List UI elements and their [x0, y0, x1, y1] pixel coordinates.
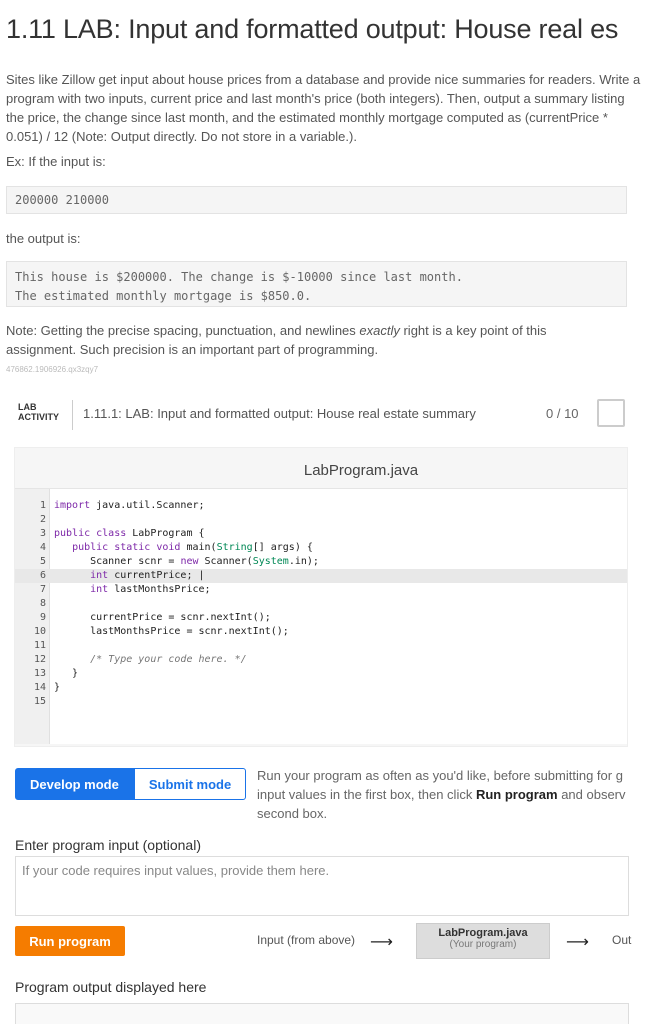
line-number: 13	[33, 668, 46, 679]
completion-check-icon	[597, 399, 625, 427]
mode-help-line-3: second box.	[257, 806, 328, 821]
editor-filename: LabProgram.java	[303, 462, 419, 479]
line-number: 2	[39, 514, 46, 525]
code-area[interactable]: 1 import java.util.Scanner; 2 3 public cla…	[15, 488, 627, 744]
page-title: 1.11 LAB: Input and formatted output: Ho…	[6, 14, 619, 44]
code-text: import java.util.Scanner;	[54, 500, 205, 511]
code-text: }	[54, 668, 79, 679]
line-number: 1	[39, 500, 46, 511]
code-text: lastMonthsPrice = scnr.nextInt();	[54, 626, 289, 637]
code-text: Scanner scnr = new Scanner(System.in);	[54, 556, 319, 567]
line-number: 5	[39, 556, 46, 567]
program-output-label: Program output displayed here	[15, 979, 207, 995]
precision-note: Note: Getting the precise spacing, punct…	[6, 321, 606, 359]
submit-mode-button[interactable]: Submit mode	[133, 768, 247, 800]
mode-toggle: Develop mode Submit mode	[15, 768, 247, 800]
example-input-box: 200000 210000	[6, 186, 627, 214]
flow-program-name: LabProgram.java	[438, 927, 528, 939]
program-output-box	[15, 1003, 629, 1024]
line-number: 8	[39, 598, 46, 609]
line-number: 3	[39, 528, 46, 539]
example-output-box: This house is $200000. The change is $-1…	[6, 261, 627, 307]
mode-help-text-b: and observ	[557, 787, 626, 802]
lab-activity-title: 1.11.1: LAB: Input and formatted output:…	[83, 406, 476, 421]
program-input-field[interactable]	[15, 856, 629, 916]
code-text: currentPrice = scnr.nextInt();	[54, 612, 271, 623]
output-intro: the output is:	[6, 231, 81, 246]
mode-help-text-a: input values in the first box, then clic…	[257, 787, 476, 802]
flow-input-label: Input (from above)	[257, 933, 356, 947]
program-input-label: Enter program input (optional)	[15, 837, 201, 853]
note-text-1: Note: Getting the precise spacing, punct…	[6, 323, 360, 338]
develop-mode-button[interactable]: Develop mode	[15, 768, 134, 800]
mode-help-run-label: Run program	[475, 787, 558, 802]
mode-help-line-1: Run your program as often as you'd like,…	[257, 768, 623, 783]
run-program-button[interactable]: Run program	[15, 926, 125, 956]
example-output-line-1: This house is $200000. The change is $-1…	[15, 270, 463, 284]
lab-activity-tag: LAB ACTIVITY	[18, 402, 59, 422]
line-number: 7	[39, 584, 46, 595]
line-number: 4	[39, 542, 46, 553]
line-number: 6	[39, 570, 46, 581]
code-text: /* Type your code here. */	[90, 654, 247, 665]
flow-program-sub: (Your program)	[449, 939, 517, 950]
code-text: }	[54, 682, 61, 693]
example-intro: Ex: If the input is:	[6, 154, 106, 169]
lab-header-divider	[72, 400, 73, 430]
example-output-line-2: The estimated monthly mortgage is $850.0…	[15, 289, 312, 303]
line-number: 12	[33, 654, 46, 665]
code-text: int lastMonthsPrice;	[90, 584, 211, 595]
lab-tag-line-2: ACTIVITY	[18, 412, 60, 422]
description-paragraph: Sites like Zillow get input about house …	[6, 72, 641, 144]
lab-tag-line-1: LAB	[18, 402, 37, 412]
mode-help-text: Run your program as often as you'd like,…	[257, 766, 651, 823]
note-emphasis: exactly	[359, 323, 400, 338]
line-number: 14	[33, 682, 46, 693]
line-number: 11	[33, 640, 46, 651]
flow-program-box: LabProgram.java (Your program)	[416, 923, 550, 959]
lab-score: 0 / 10	[546, 406, 579, 421]
code-text: public static void main(String[] args) {	[72, 542, 313, 553]
arrow-right-icon: ⟶	[370, 934, 393, 951]
arrow-right-icon: ⟶	[566, 934, 589, 951]
line-number: 15	[33, 696, 46, 707]
example-input-text: 200000 210000	[15, 193, 109, 207]
line-number: 9	[39, 612, 46, 623]
mode-help-line-2: input values in the first box, then clic…	[257, 785, 651, 804]
line-number: 10	[33, 626, 46, 637]
flow-output-label: Out	[612, 933, 632, 947]
code-text: int currentPrice; |	[90, 570, 205, 581]
lab-activity-header: LAB ACTIVITY 1.11.1: LAB: Input and form…	[6, 398, 627, 432]
tracking-id: 476862.1906926.qx3zqy7	[6, 365, 99, 374]
code-text: public class LabProgram {	[54, 528, 205, 539]
code-editor: LabProgram.java 1 import java.util.Scanne…	[14, 447, 628, 747]
